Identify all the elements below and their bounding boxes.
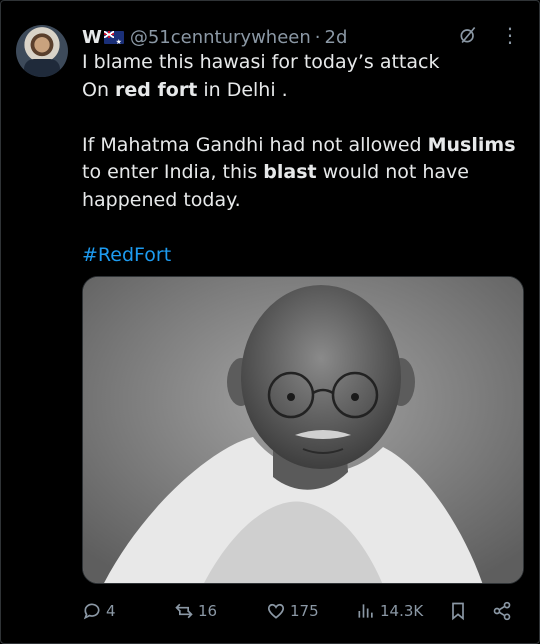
text-paragraph: If Mahatma Gandhi had not allowed Muslim… (82, 133, 516, 211)
action-bar: 4 16 175 14.3K (82, 597, 522, 625)
view-count: 14.3K (380, 602, 424, 620)
like-count: 175 (290, 602, 319, 620)
hashtag-link[interactable]: #RedFort (82, 244, 171, 266)
repost-count: 16 (198, 602, 218, 620)
text-line: On red fort in Delhi . (82, 78, 288, 101)
more-icon[interactable]: ⋮ (500, 25, 520, 45)
portrait-photo (83, 277, 523, 583)
post-time[interactable]: 2d (325, 27, 348, 48)
views-button[interactable]: 14.3K (356, 601, 423, 621)
reply-button[interactable]: 4 (82, 601, 116, 621)
post-text: I blame this hawasi for today’s attack O… (82, 49, 522, 269)
post-image[interactable] (82, 276, 524, 584)
like-button[interactable]: 175 (266, 601, 319, 621)
views-icon (358, 604, 373, 618)
bold-text: Muslims (427, 133, 516, 156)
bold-text: red fort (115, 78, 198, 101)
text-line: I blame this hawasi for today’s attack (82, 51, 440, 73)
share-button[interactable] (492, 601, 512, 621)
user-handle[interactable]: @51cennturywheen (130, 27, 311, 48)
avatar[interactable] (16, 25, 68, 77)
bookmark-button[interactable] (448, 601, 468, 621)
australia-flag-icon (103, 30, 124, 46)
bookmark-icon (452, 602, 464, 621)
bold-text: blast (263, 161, 317, 183)
display-name[interactable]: W (82, 27, 102, 48)
share-icon (493, 601, 511, 621)
grok-icon[interactable] (458, 25, 478, 45)
reply-count: 4 (106, 602, 116, 620)
heart-icon (267, 603, 285, 619)
reply-icon (83, 603, 100, 620)
repost-icon (175, 603, 193, 619)
separator-dot: · (314, 26, 321, 48)
repost-button[interactable]: 16 (174, 601, 217, 621)
header-actions: ⋮ (458, 25, 520, 45)
post-header: W @51cennturywheen · 2d ⋮ (82, 25, 520, 49)
